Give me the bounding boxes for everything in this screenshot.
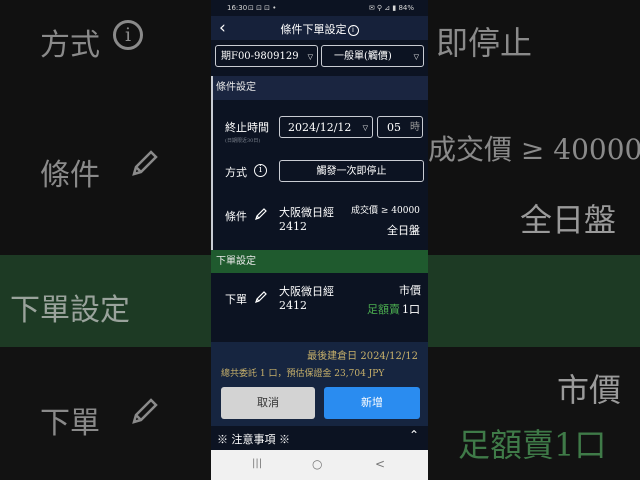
condition-label: 條件: [225, 210, 247, 223]
status-signal-icons: ✉ ⚲ ⊿ ▮: [368, 4, 397, 12]
background-market: 市價: [557, 371, 622, 409]
end-date-value: 2024/12/12: [288, 121, 352, 134]
background-order-section: 下單設定: [10, 293, 130, 328]
system-back-button[interactable]: <: [375, 457, 385, 471]
method-select[interactable]: 觸發一次即停止: [279, 160, 424, 182]
price-type: 市價: [399, 284, 421, 297]
system-nav-bar: ||| ○ <: [211, 450, 428, 480]
background-session: 全日盤: [520, 201, 617, 239]
app-header: ‹ 條件下單設定 i: [211, 16, 428, 40]
dropdown-arrow-icon: ▽: [362, 124, 368, 132]
session-text: 全日盤: [387, 224, 420, 237]
end-hour-value: 05: [387, 121, 401, 134]
end-hour-select[interactable]: 05 時: [377, 116, 423, 138]
notice-bar[interactable]: ※ 注意事項 ※ ⌃: [211, 426, 428, 450]
condition-product-code: 2412: [279, 220, 307, 233]
order-quantity: 1口: [402, 303, 420, 316]
method-label: 方式: [225, 166, 247, 179]
condition-text: 成交價 ≥ 40000: [351, 206, 420, 216]
info-circle-icon[interactable]: i: [347, 25, 359, 36]
status-bar: 16:30 ⊡ ⊡ ⊡ • ✉ ⚲ ⊿ ▮ 84%: [211, 0, 428, 16]
end-time-note: (日期限近30日): [225, 138, 261, 144]
order-label: 下單: [225, 293, 247, 306]
order-product-code: 2412: [279, 299, 307, 312]
status-right: ✉ ⚲ ⊿ ▮ 84%: [369, 4, 414, 12]
scroll-indicator: [211, 76, 213, 250]
info-circle-icon[interactable]: i: [254, 164, 267, 177]
end-date-select[interactable]: 2024/12/12 ▽: [279, 116, 373, 138]
battery-level: 84%: [398, 4, 414, 12]
pencil-icon[interactable]: [254, 207, 268, 221]
account-value: 期F00-9809129: [221, 51, 299, 62]
add-button[interactable]: 新增: [324, 387, 420, 419]
background-condition-label: 條件: [40, 158, 100, 193]
background-sell: 足額賣1口: [458, 426, 607, 464]
summary-total: 總共委託 1 口，預估保證金 23,704 JPY: [221, 369, 385, 379]
cancel-button[interactable]: 取消: [221, 387, 315, 419]
method-value: 觸發一次即停止: [316, 166, 387, 177]
recent-apps-button[interactable]: |||: [252, 458, 262, 469]
status-notification-icons: ⊡ ⊡ ⊡ •: [248, 4, 277, 12]
account-select[interactable]: 期F00-9809129 ▽: [215, 45, 318, 67]
chevron-up-icon[interactable]: ⌃: [409, 428, 419, 442]
background-price-condition: 成交價 ≥ 40000: [428, 133, 640, 166]
end-time-label: 終止時間: [225, 121, 269, 134]
order-product-name: 大阪微日經: [279, 285, 334, 298]
phone-screen: 16:30 ⊡ ⊡ ⊡ • ✉ ⚲ ⊿ ▮ 84% ‹ 條件下單設定 i 期F00…: [211, 0, 428, 480]
dropdown-arrow-icon: ▽: [307, 53, 313, 61]
condition-section-header: 條件設定: [211, 76, 428, 100]
order-type-select[interactable]: 一般單(觸價) ▽: [321, 45, 424, 67]
background-pencil-icon: [132, 150, 158, 176]
background-order-label: 下單: [40, 406, 100, 441]
status-time: 16:30: [227, 4, 248, 12]
order-section-header: 下單設定: [211, 250, 428, 273]
dropdown-arrow-icon: ▽: [413, 53, 419, 61]
page-title: 條件下單設定 i: [211, 21, 428, 37]
order-type-value: 一般單(觸價): [334, 51, 392, 62]
notice-title: ※ 注意事項 ※: [217, 433, 290, 446]
background-pencil-icon: [132, 398, 158, 424]
last-trade-date: 最後建倉日 2024/12/12: [307, 351, 418, 362]
condition-product-name: 大阪微日經: [279, 206, 334, 219]
hour-unit: 時: [410, 122, 420, 133]
home-button[interactable]: ○: [312, 457, 322, 471]
background-info-icon: i: [113, 20, 143, 50]
background-stop-text: 即停止: [436, 24, 533, 62]
order-side: 足額賣: [367, 303, 400, 316]
background-method-label: 方式: [40, 28, 100, 63]
pencil-icon[interactable]: [254, 290, 268, 304]
